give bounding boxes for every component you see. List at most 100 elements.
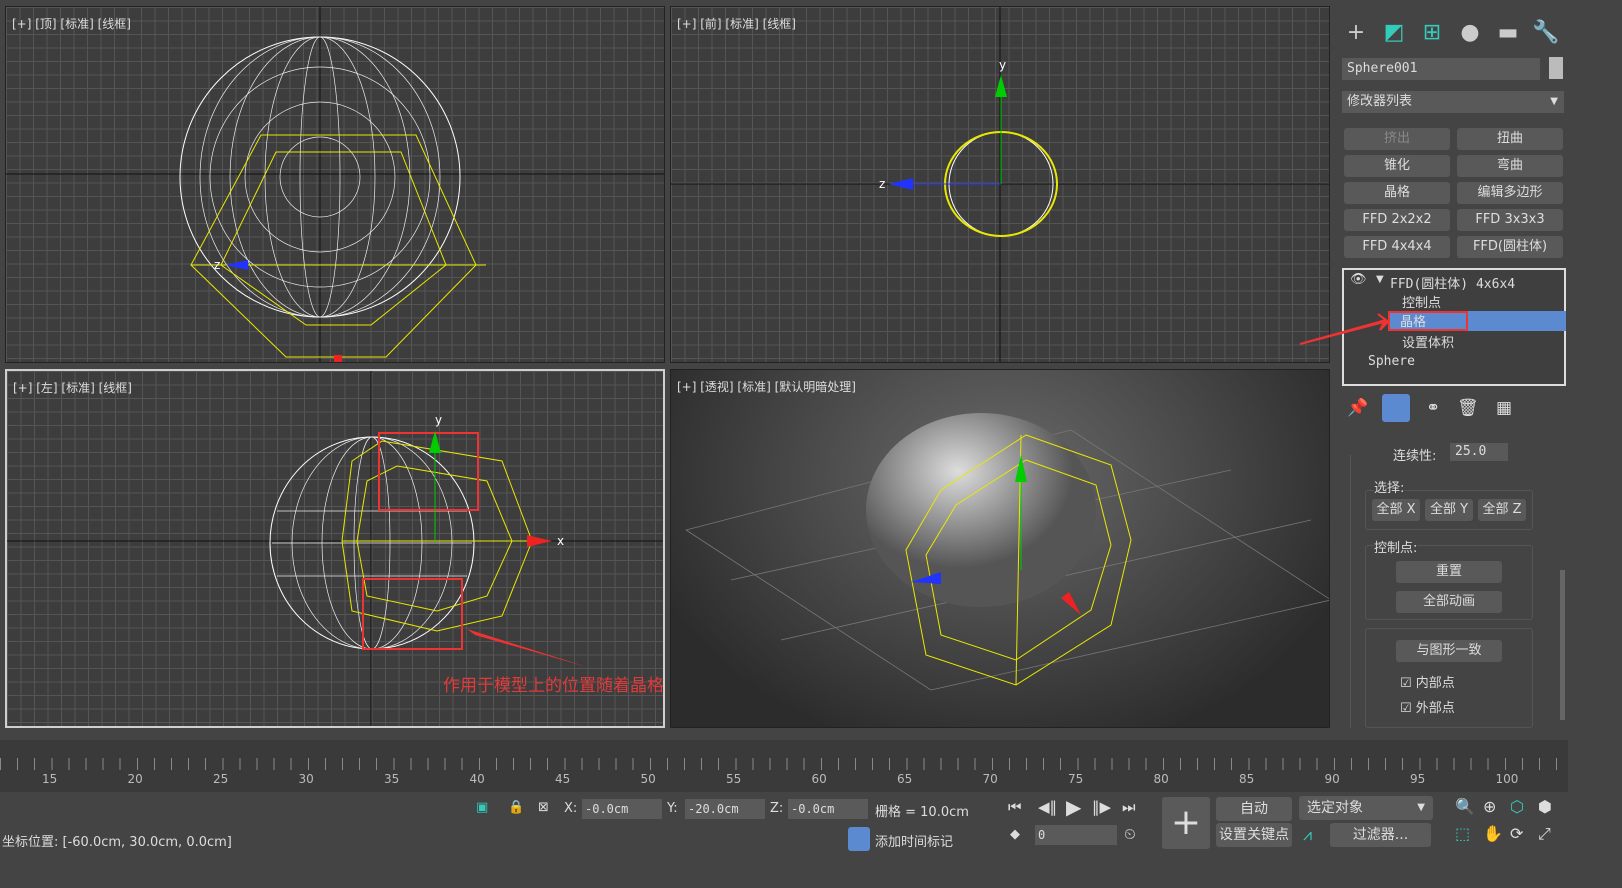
object-name-field[interactable]: Sphere001 [1342,58,1540,80]
viewport-label[interactable]: [+] [顶] [标准] [线框] [12,15,131,32]
orbit-icon[interactable]: ⟳ [1510,824,1523,843]
add-time-tag[interactable]: 添加时间标记 [875,831,953,850]
highlight-box [1388,311,1468,331]
set-key-button[interactable]: 设置关键点 [1216,823,1292,847]
filters-button[interactable]: 过滤器... [1330,823,1431,847]
modifier-list-dropdown[interactable]: 修改器列表 ▼ [1342,91,1564,113]
select-label: 选择: [1374,477,1405,496]
control-points-label: 控制点: [1374,537,1418,556]
zoom-icon[interactable]: 🔍 [1455,797,1475,816]
key-tangent-icon[interactable]: ⩘ [1303,825,1312,845]
timeline-tick-label: 60 [811,772,827,786]
eye-icon[interactable]: 👁 [1350,272,1367,287]
stack-item-sphere[interactable]: Sphere [1368,354,1415,369]
zoom-extents-icon[interactable]: ⬡ [1510,797,1524,816]
select-all-z-button[interactable]: 全部 Z [1478,499,1526,521]
timeline-tick-label: 25 [213,772,229,786]
time-config-icon[interactable]: ⏲ [1124,825,1136,843]
viewport-label[interactable]: [+] [左] [标准] [线框] [13,379,132,396]
svg-text:z: z [879,177,885,191]
next-frame-icon[interactable]: ‖▶ [1092,798,1111,816]
time-tag-icon[interactable] [848,827,870,851]
modifier-button[interactable]: 编辑多边形 [1457,182,1563,204]
current-frame-field[interactable]: 0 [1035,825,1117,845]
hierarchy-icon[interactable]: ⊞ [1415,18,1449,48]
key-mode-icon[interactable]: ◆ [1010,827,1020,842]
absolute-mode-icon[interactable]: ⊠ [538,800,549,815]
pan-icon[interactable]: ✋ [1483,824,1503,843]
viewport-front[interactable]: yz [+] [前] [标准] [线框] [670,6,1330,363]
make-unique-icon[interactable]: ⚭ [1426,398,1440,418]
modifier-button[interactable]: 锥化 [1344,155,1450,177]
pin-stack-icon[interactable]: 📌 [1347,398,1368,418]
x-coordinate-field[interactable]: -0.0cm [582,799,662,819]
go-to-end-icon[interactable]: ⏭ [1122,798,1136,816]
stack-sub-control-points[interactable]: 控制点 [1402,292,1441,311]
modifier-button[interactable]: 挤出 [1344,128,1450,150]
remove-modifier-icon[interactable]: 🗑 [1457,398,1479,418]
svg-text:x: x [557,534,564,548]
play-icon[interactable]: ▶ [1066,795,1081,819]
viewport-label[interactable]: [+] [前] [标准] [线框] [677,15,796,32]
timeline-tick-label: 30 [298,772,314,786]
zoom-extents-all-icon[interactable]: ⬢ [1538,797,1552,816]
viewport-left[interactable]: y x [+] [左] [标准] [线框] 作用于模型上的位置随着晶格的移动发生了… [5,369,665,728]
timeline-tick-label: 55 [726,772,742,786]
timeline-tick-label: 90 [1324,772,1340,786]
z-coordinate-field[interactable]: -0.0cm [788,799,868,819]
utilities-icon[interactable]: 🔧 [1529,18,1563,48]
display-icon[interactable]: ▬ [1491,18,1525,48]
stack-sub-set-volume[interactable]: 设置体积 [1402,332,1454,351]
timeline-tick-label: 50 [640,772,656,786]
go-to-start-icon[interactable]: ⏮ [1008,798,1022,816]
panel-scrollbar[interactable] [1560,570,1565,720]
outside-points-checkbox[interactable]: ☑ 外部点 [1400,697,1455,716]
status-bar: ▣ 🔒 ⊠ X: -0.0cm Y: -20.0cm Z: -0.0cm 栅格 … [0,792,1622,888]
timeline-tick-label: 40 [469,772,485,786]
modifier-button[interactable]: 扭曲 [1457,128,1563,150]
maximize-viewport-icon[interactable]: ⤢ [1538,824,1551,844]
viewport-perspective[interactable]: [+] [透视] [标准] [默认明暗处理] [670,369,1330,728]
modify-icon[interactable]: ◩ [1377,18,1411,48]
timeline-tick-label: 75 [1068,772,1084,786]
set-key-big-button[interactable]: + [1162,797,1210,849]
modifier-button[interactable]: 晶格 [1344,182,1450,204]
zoom-region-icon[interactable]: ⬚ [1455,824,1470,843]
lock-icon[interactable]: 🔒 [508,800,524,815]
object-color-swatch[interactable] [1549,57,1563,79]
modifier-button[interactable]: 弯曲 [1457,155,1563,177]
reset-button[interactable]: 重置 [1396,561,1502,583]
select-all-x-button[interactable]: 全部 X [1372,499,1420,521]
expand-triangle-icon[interactable]: ▼ [1376,274,1384,285]
modifier-button[interactable]: FFD 3x3x3 [1457,209,1563,231]
continuity-spinner[interactable]: 25.0 [1450,443,1508,461]
configure-sets-icon[interactable]: ▦ [1496,398,1512,418]
top-wireframe: z [6,7,664,362]
timeline-track[interactable]: 15 20 25 30 35 40 45 50 55 60 65 70 75 80 85 90 95 100 [0,740,1568,792]
previous-frame-icon[interactable]: ◀‖ [1038,798,1057,816]
auto-key-button[interactable]: 自动 [1216,797,1292,821]
grid-size: 栅格 = 10.0cm [875,805,969,820]
perspective-scene [685,413,1329,691]
show-end-result-button[interactable] [1382,394,1410,422]
viewport-top[interactable]: z [+] [顶] [标准] [线框] [5,6,665,363]
viewport-label[interactable]: [+] [透视] [标准] [默认明暗处理] [677,378,856,395]
animate-all-button[interactable]: 全部动画 [1396,591,1502,613]
create-icon[interactable]: + [1339,18,1373,48]
timeline-tick-label: 95 [1410,772,1426,786]
svg-text:y: y [435,413,442,427]
key-filter-dropdown[interactable]: 选定对象 ▼ [1299,796,1433,820]
modifier-button[interactable]: FFD 2x2x2 [1344,209,1450,231]
y-coordinate-field[interactable]: -20.0cm [685,799,765,819]
selection-lock-icon[interactable]: ▣ [476,800,488,815]
timeline-tick-label: 35 [384,772,400,786]
motion-icon[interactable]: ● [1453,18,1487,48]
modifier-button[interactable]: FFD(圆柱体) [1457,236,1563,258]
zoom-all-icon[interactable]: ⊕ [1483,797,1496,816]
timeline-tick-label: 85 [1239,772,1255,786]
conform-to-shape-button[interactable]: 与图形一致 [1396,640,1502,662]
modifier-button[interactable]: FFD 4x4x4 [1344,236,1450,258]
select-all-y-button[interactable]: 全部 Y [1425,499,1473,521]
inside-points-checkbox[interactable]: ☑ 内部点 [1400,672,1455,691]
stack-item-ffd[interactable]: FFD(圆柱体) 4x6x4 [1390,273,1515,292]
